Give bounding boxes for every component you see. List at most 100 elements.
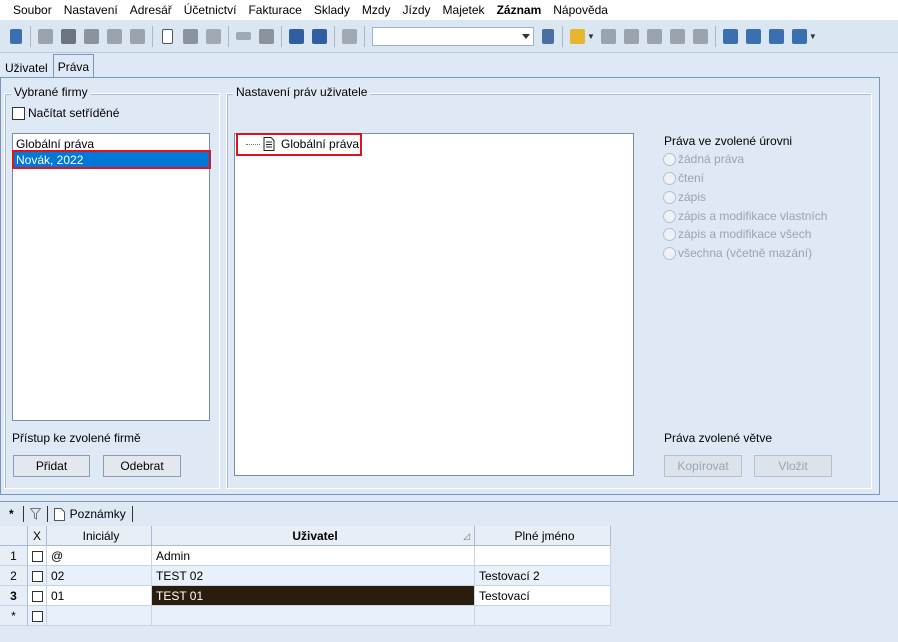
radio-circle[interactable]	[663, 152, 676, 166]
menu-nastaveni[interactable]: Nastavení	[58, 0, 124, 20]
import-icon[interactable]	[127, 26, 148, 47]
rights-tree[interactable]	[234, 133, 634, 476]
radio-circle[interactable]	[663, 227, 676, 241]
detail-view-icon[interactable]	[766, 26, 787, 47]
add-button[interactable]: Přidat	[13, 455, 90, 477]
copy-button[interactable]: Kopírovat	[664, 455, 742, 477]
row-checkbox-cell[interactable]	[28, 586, 47, 606]
exit-icon[interactable]	[5, 26, 26, 47]
radio-circle[interactable]	[663, 171, 676, 185]
radio-write-modify-own[interactable]: zápis a modifikace vlastních	[663, 208, 827, 224]
menu-majetek[interactable]: Majetek	[437, 0, 491, 20]
edit-icon[interactable]	[180, 26, 201, 47]
menu-sklady[interactable]: Sklady	[308, 0, 356, 20]
barcode-icon[interactable]	[690, 26, 711, 47]
export-icon[interactable]	[104, 26, 125, 47]
chevron-down-icon[interactable]	[522, 33, 530, 39]
row-checkbox-cell[interactable]	[28, 566, 47, 586]
monitor-icon[interactable]	[720, 26, 741, 47]
folder-icon[interactable]	[567, 26, 588, 47]
hierarchy-icon[interactable]	[667, 26, 688, 47]
radio-all[interactable]: všechna (včetně mazání)	[663, 245, 812, 261]
clipboard-icon[interactable]	[339, 26, 360, 47]
row-checkbox[interactable]	[31, 611, 43, 623]
header-x[interactable]: X	[28, 526, 47, 546]
firms-list[interactable]: Globální práva Novák, 2022	[12, 133, 210, 421]
header-initials[interactable]: Iniciály	[47, 526, 152, 546]
tab-notes[interactable]: Poznámky	[48, 504, 132, 524]
sorted-checkbox-row[interactable]: Načítat setříděné	[12, 106, 119, 120]
tab-star[interactable]: *	[0, 504, 23, 524]
menu-ucetnictvi[interactable]: Účetnictví	[178, 0, 243, 20]
menu-jizdy[interactable]: Jízdy	[397, 0, 437, 20]
cell-fullname[interactable]: Testovací 2	[475, 566, 611, 586]
cell-user[interactable]	[152, 606, 475, 626]
filter-icon	[29, 508, 41, 520]
copy-record-icon[interactable]	[35, 26, 56, 47]
menu-adresar[interactable]: Adresář	[124, 0, 178, 20]
save-icon[interactable]	[286, 26, 307, 47]
help-icon[interactable]	[789, 26, 810, 47]
toolbar-separator	[334, 25, 335, 47]
menu-fakturace[interactable]: Fakturace	[242, 0, 307, 20]
radio-circle[interactable]	[663, 209, 676, 223]
menu-napoveda[interactable]: Nápověda	[547, 0, 614, 20]
header-fullname[interactable]: Plné jméno	[475, 526, 611, 546]
table-row[interactable]: 2 02 TEST 02 Testovací 2	[0, 566, 898, 586]
level-rights-title: Práva ve zvolené úrovni	[664, 134, 793, 148]
sorted-checkbox[interactable]	[12, 106, 25, 120]
cell-user[interactable]: TEST 02	[152, 566, 475, 586]
toolbar-separator	[281, 25, 282, 47]
cell-user[interactable]: Admin	[152, 546, 475, 566]
rights-group-title: Nastavení práv uživatele	[233, 85, 371, 99]
chevron-down-icon[interactable]: ▼	[809, 32, 817, 41]
cell-initials[interactable]: @	[47, 546, 152, 566]
tab-prava[interactable]: Práva	[52, 54, 95, 78]
row-checkbox-cell[interactable]	[28, 546, 47, 566]
header-user[interactable]: Uživatel ◿	[152, 526, 475, 546]
cell-initials[interactable]: 01	[47, 586, 152, 606]
tab-filter[interactable]	[24, 504, 47, 524]
back-icon[interactable]	[233, 26, 254, 47]
radio-write[interactable]: zápis	[663, 189, 706, 205]
radio-circle[interactable]	[663, 190, 676, 204]
chevron-down-icon[interactable]: ▼	[587, 32, 595, 41]
table-row-new[interactable]: *	[0, 606, 898, 626]
print-icon[interactable]	[58, 26, 79, 47]
forward-icon[interactable]	[256, 26, 277, 47]
menu-zaznam[interactable]: Záznam	[491, 0, 548, 20]
cell-user[interactable]: TEST 01	[152, 586, 475, 606]
row-checkbox[interactable]	[31, 591, 43, 603]
row-checkbox-cell[interactable]	[28, 606, 47, 626]
stamp-copy-icon[interactable]	[621, 26, 642, 47]
radio-write-modify-all[interactable]: zápis a modifikace všech	[663, 226, 811, 242]
table-row[interactable]: 3 01 TEST 01 Testovací	[0, 586, 898, 606]
table-row[interactable]: 1 @ Admin	[0, 546, 898, 566]
stamp-move-icon[interactable]	[644, 26, 665, 47]
cell-fullname[interactable]	[475, 546, 611, 566]
list-view-icon[interactable]	[743, 26, 764, 47]
stamp-icon[interactable]	[598, 26, 619, 47]
menu-mzdy[interactable]: Mzdy	[356, 0, 397, 20]
cell-initials[interactable]: 02	[47, 566, 152, 586]
cell-fullname[interactable]	[475, 606, 611, 626]
menu-soubor[interactable]: Soubor	[0, 0, 58, 20]
new-record-icon[interactable]	[157, 26, 178, 47]
radio-circle[interactable]	[663, 246, 676, 260]
radio-read[interactable]: čtení	[663, 170, 704, 186]
radio-no-rights[interactable]: žádná práva	[663, 151, 744, 167]
sorted-checkbox-label: Načítat setříděné	[28, 106, 120, 120]
tab-uzivatel[interactable]: Uživatel	[0, 56, 53, 78]
toolbar-separator	[562, 25, 563, 47]
print-preview-icon[interactable]	[81, 26, 102, 47]
paste-button[interactable]: Vložit	[754, 455, 832, 477]
save-all-icon[interactable]	[309, 26, 330, 47]
calculator-icon[interactable]	[203, 26, 224, 47]
row-checkbox[interactable]	[31, 551, 43, 563]
quick-search-combo[interactable]	[372, 26, 534, 46]
cell-initials[interactable]	[47, 606, 152, 626]
row-checkbox[interactable]	[31, 571, 43, 583]
filter-icon[interactable]	[537, 26, 558, 47]
cell-fullname[interactable]: Testovací	[475, 586, 611, 606]
remove-button[interactable]: Odebrat	[103, 455, 181, 477]
